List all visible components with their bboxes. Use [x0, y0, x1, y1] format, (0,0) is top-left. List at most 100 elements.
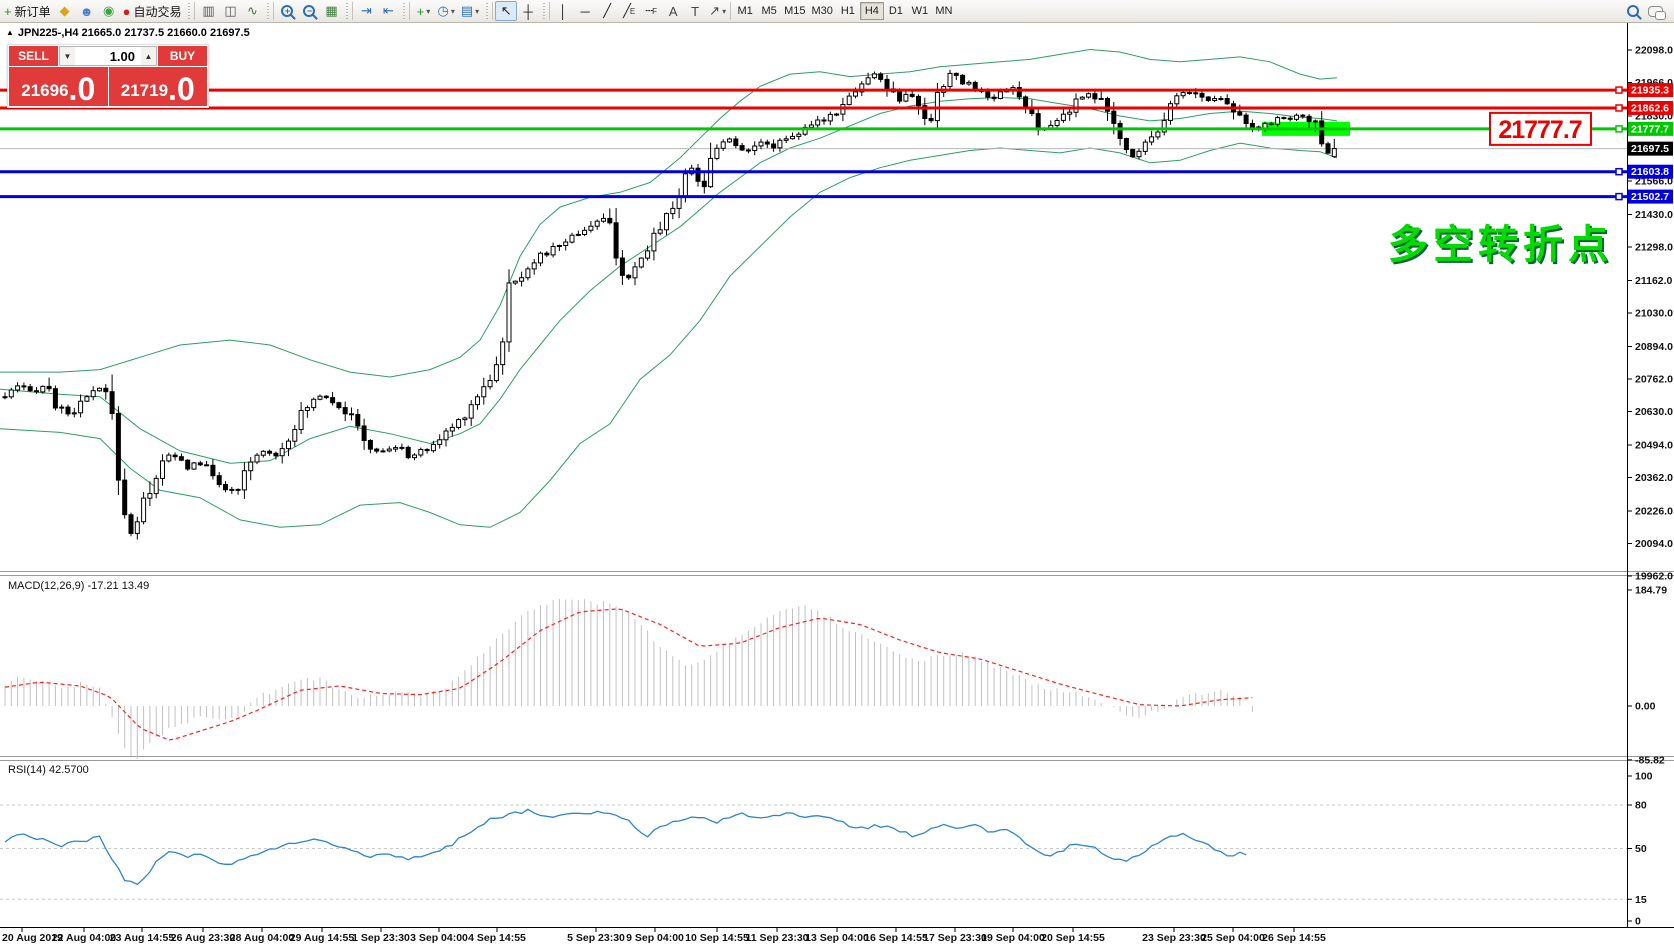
candle-body	[3, 397, 7, 398]
crosshair-button[interactable]: ┼	[517, 1, 539, 21]
candle-body	[1068, 112, 1072, 114]
equidistant-channel-button[interactable]: ╱E	[618, 1, 640, 21]
axis-tick-label: 20226.0	[1635, 505, 1673, 517]
toolbar-button-label: 自动交易	[133, 3, 181, 20]
text-label-button[interactable]: T	[684, 1, 706, 21]
candle-body	[545, 253, 549, 255]
timeframe-button-h1[interactable]: H1	[836, 2, 860, 20]
zoom-out-button[interactable]: −	[298, 1, 320, 21]
arrows-button[interactable]: ↗▾	[706, 1, 729, 21]
candle-body	[576, 234, 580, 235]
candle-body	[1194, 93, 1198, 94]
axis-tick-label: 20494.0	[1635, 440, 1673, 452]
signal-button[interactable]: ◉	[98, 1, 120, 21]
time-tick-label: 19 Sep 04:00	[981, 932, 1045, 944]
candle-body	[1288, 118, 1292, 119]
candle-body	[1030, 109, 1034, 114]
vertical-line-button[interactable]: │	[552, 1, 574, 21]
zoom-out-icon: −	[303, 5, 315, 17]
timeframe-button-w1[interactable]: W1	[908, 2, 932, 20]
candle-body	[1181, 93, 1185, 96]
line-chart-button[interactable]: ∿	[241, 1, 263, 21]
level-line-anchor	[1616, 87, 1622, 93]
candle-body	[646, 251, 650, 258]
candle-body	[1118, 123, 1122, 138]
candle-body	[961, 75, 965, 84]
new-order-button[interactable]: +新订单	[1, 1, 54, 21]
candle-body	[652, 233, 656, 251]
candle-body	[368, 441, 372, 450]
sell-price[interactable]: 21696.0	[9, 67, 108, 106]
timeframe-button-d1[interactable]: D1	[884, 2, 908, 20]
macd-tick-label: -85.82	[1635, 754, 1665, 766]
periods-button[interactable]: ◷▾	[434, 1, 457, 21]
candle-body	[1238, 112, 1242, 115]
candle-body	[280, 449, 284, 456]
price-label-text: 21935.3	[1631, 85, 1669, 97]
rsi-label: RSI(14) 42.5700	[8, 764, 89, 776]
time-tick-label: 1 Sep 23:30	[352, 932, 410, 944]
candle-body	[759, 142, 763, 146]
candle-body	[375, 449, 379, 451]
tile-windows-button[interactable]: ▦	[320, 1, 342, 21]
timeframe-button-mn[interactable]: MN	[932, 2, 956, 20]
axis-tick-label: 21298.0	[1635, 242, 1673, 254]
candlestick-chart-button[interactable]: ◫	[219, 1, 241, 21]
volume-decrease-button[interactable]: ▼	[60, 47, 75, 65]
timeframe-button-h4[interactable]: H4	[860, 2, 884, 20]
auto-scroll-icon: ⇥	[361, 3, 372, 19]
candle-body	[1087, 94, 1091, 97]
time-tick-label: 16 Sep 14:55	[864, 932, 928, 944]
candle-body	[1276, 118, 1280, 125]
auto-scroll-button[interactable]: ⇥	[355, 1, 377, 21]
auto-trading-button[interactable]: ●自动交易	[120, 1, 185, 21]
candle-body	[967, 82, 971, 84]
candle-body	[268, 451, 272, 453]
buy-button[interactable]: BUY	[158, 46, 207, 66]
sell-button[interactable]: SELL	[9, 46, 58, 66]
time-tick-label: 26 Aug 23:30	[171, 932, 236, 944]
candle-body	[274, 453, 278, 456]
templates-button[interactable]: ▤▾	[458, 1, 482, 21]
time-tick-label: 4 Sep 14:55	[468, 932, 526, 944]
candle-body	[1332, 149, 1336, 157]
volume-increase-button[interactable]: ▲	[141, 47, 156, 65]
chevron-down-icon: ▾	[475, 7, 479, 16]
metaquotes-button[interactable]: ◆	[54, 1, 76, 21]
community-button[interactable]: ☻	[76, 1, 98, 21]
timeframe-button-m30[interactable]: M30	[808, 2, 835, 20]
candle-body	[35, 391, 39, 392]
text-button[interactable]: A	[662, 1, 684, 21]
bar-chart-button[interactable]: ▥	[197, 1, 219, 21]
annotation-text: 多空转折点	[1388, 212, 1613, 270]
buy-price[interactable]: 21719.0	[109, 67, 208, 106]
candle-body	[797, 134, 801, 136]
candle-body	[620, 258, 624, 275]
candle-body	[872, 74, 876, 78]
candle-body	[463, 418, 467, 420]
trendline-button[interactable]: ╱	[596, 1, 618, 21]
search-button[interactable]	[1622, 1, 1644, 21]
candle-body	[28, 387, 32, 391]
chat-button[interactable]	[1644, 1, 1666, 21]
candle-body	[1080, 97, 1084, 99]
indicators-button[interactable]: +▾	[412, 1, 434, 21]
candle-body	[1219, 99, 1223, 100]
candle-body	[305, 408, 309, 411]
timeframe-button-m15[interactable]: M15	[781, 2, 808, 20]
candle-body	[740, 146, 744, 150]
zoom-in-button[interactable]: +	[276, 1, 298, 21]
cursor-button[interactable]: ↖	[495, 1, 517, 21]
line-chart-icon: ∿	[247, 3, 258, 19]
volume-input[interactable]	[75, 47, 141, 65]
rsi-tick-label: 80	[1635, 800, 1647, 812]
price-label-text: 21502.7	[1631, 191, 1669, 203]
candle-body	[293, 430, 297, 442]
timeframe-button-m1[interactable]: M1	[733, 2, 757, 20]
fibonacci-button[interactable]: ┄F	[640, 1, 662, 21]
timeframe-button-m5[interactable]: M5	[757, 2, 781, 20]
horizontal-line-button[interactable]: ─	[574, 1, 596, 21]
chart-canvas[interactable]: 22098.021966.021830.021698.021566.021430…	[0, 0, 1674, 948]
axis-tick-label: 20894.0	[1635, 341, 1673, 353]
chart-shift-button[interactable]: ⇤	[377, 1, 399, 21]
